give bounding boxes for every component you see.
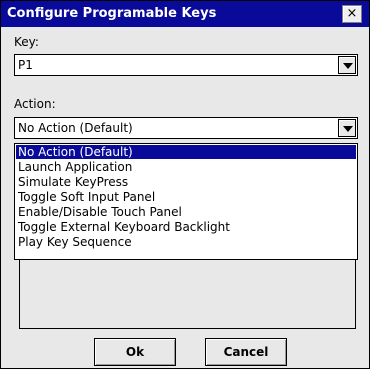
dropdown-option-launch-application[interactable]: Launch Application	[16, 160, 356, 174]
close-button[interactable]: ×	[342, 5, 362, 23]
configure-keys-dialog: Configure Programable Keys × Key: P1 Act…	[0, 0, 370, 369]
dialog-title: Configure Programable Keys	[7, 6, 217, 21]
action-dropdown-list[interactable]: No Action (Default) Launch Application S…	[14, 143, 358, 260]
cancel-button[interactable]: Cancel	[205, 338, 287, 366]
key-dropdown-button[interactable]	[338, 56, 356, 74]
action-label: Action:	[14, 97, 56, 111]
ok-button[interactable]: Ok	[94, 338, 176, 366]
chevron-down-icon	[343, 126, 353, 132]
dropdown-option-toggle-sip[interactable]: Toggle Soft Input Panel	[16, 190, 356, 204]
key-label: Key:	[14, 35, 39, 49]
key-select[interactable]: P1	[14, 54, 358, 76]
key-select-value: P1	[18, 58, 33, 72]
dropdown-option-simulate-keypress[interactable]: Simulate KeyPress	[16, 175, 356, 189]
action-dropdown-button[interactable]	[338, 119, 356, 137]
action-select[interactable]: No Action (Default)	[14, 117, 358, 139]
dropdown-option-keyboard-backlight[interactable]: Toggle External Keyboard Backlight	[16, 220, 356, 234]
dropdown-option-touch-panel[interactable]: Enable/Disable Touch Panel	[16, 205, 356, 219]
chevron-down-icon	[343, 63, 353, 69]
action-select-value: No Action (Default)	[18, 121, 133, 135]
dropdown-option-no-action[interactable]: No Action (Default)	[16, 145, 356, 159]
dropdown-option-play-key-sequence[interactable]: Play Key Sequence	[16, 235, 356, 249]
close-icon: ×	[346, 6, 358, 21]
title-bar: Configure Programable Keys ×	[1, 1, 369, 27]
